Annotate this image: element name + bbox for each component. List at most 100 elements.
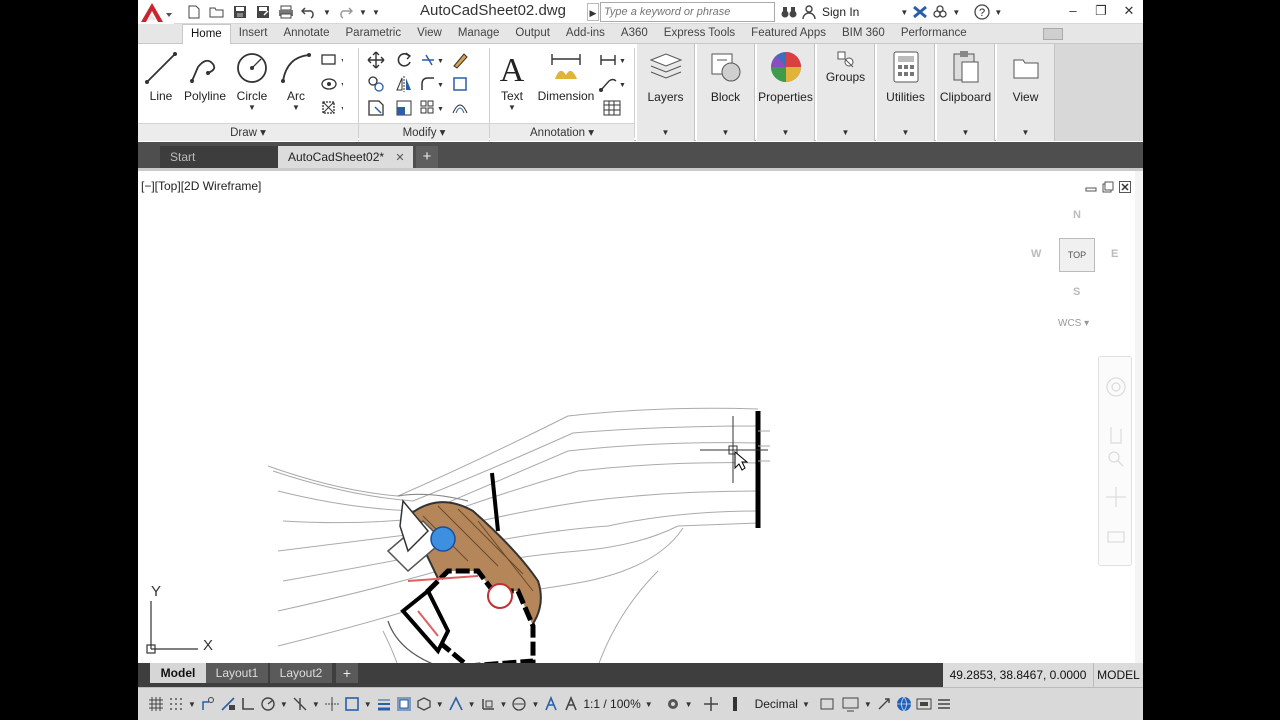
minimize-icon[interactable]: –	[1059, 0, 1087, 22]
clipboard-dropdown-icon[interactable]: ▼	[937, 128, 994, 137]
tab-insert[interactable]: Insert	[231, 24, 276, 44]
viewcube-south[interactable]: S	[1073, 286, 1080, 298]
annotation-scale-dropdown-icon[interactable]: ▼	[645, 700, 653, 709]
tab-featured-apps[interactable]: Featured Apps	[743, 24, 834, 44]
isolate-objects-icon[interactable]	[729, 694, 741, 714]
add-layout-button[interactable]: +	[336, 663, 358, 683]
table-icon[interactable]	[598, 96, 626, 120]
fillet-icon[interactable]: ▼	[418, 72, 446, 96]
workspace-gear-icon[interactable]	[665, 694, 681, 714]
tab-a360[interactable]: A360	[613, 24, 656, 44]
help-dropdown-icon[interactable]: ▼	[993, 8, 1003, 17]
selection-dropdown-icon[interactable]: ▼	[436, 700, 444, 709]
a360-icon[interactable]	[931, 3, 949, 21]
close-icon[interactable]: ✕	[1115, 0, 1143, 22]
offset-icon[interactable]	[446, 96, 474, 120]
drawing-canvas[interactable]: Y X	[138, 171, 1143, 666]
object-snap-tracking-icon[interactable]	[324, 694, 340, 714]
draw-panel-label[interactable]: Draw ▾	[138, 123, 358, 141]
exchange-apps-icon[interactable]	[911, 3, 929, 21]
arc-tool[interactable]: Arc ▼	[278, 50, 314, 112]
circle-dropdown-icon[interactable]: ▼	[232, 103, 272, 112]
layers-dropdown-icon[interactable]: ▼	[637, 128, 694, 137]
model-space-toggle[interactable]: MODEL	[1093, 663, 1143, 687]
viewcube-top-face[interactable]: TOP	[1059, 238, 1095, 272]
annotation-visibility-icon[interactable]	[543, 694, 559, 714]
save-as-icon[interactable]	[253, 3, 273, 21]
annotation-monitor-icon[interactable]	[703, 694, 719, 714]
block-button[interactable]: Block ▼	[696, 44, 755, 141]
user-icon[interactable]	[800, 3, 818, 21]
array-icon[interactable]: ▼	[418, 96, 446, 120]
graphics-dropdown-icon[interactable]: ▼	[864, 700, 872, 709]
tab-layout2[interactable]: Layout2	[270, 663, 332, 683]
units-dropdown-icon[interactable]: ▼	[802, 700, 810, 709]
dynamic-input-icon[interactable]	[220, 694, 236, 714]
tab-annotate[interactable]: Annotate	[275, 24, 337, 44]
tab-performance[interactable]: Performance	[893, 24, 975, 44]
search-input[interactable]	[600, 2, 775, 22]
viewcube-east[interactable]: E	[1111, 248, 1118, 260]
3d-snap-dropdown-icon[interactable]: ▼	[468, 700, 476, 709]
object-snap-dropdown-icon[interactable]: ▼	[364, 700, 372, 709]
tab-home[interactable]: Home	[182, 24, 231, 45]
tab-model[interactable]: Model	[150, 663, 206, 683]
leader-icon[interactable]: ▼	[598, 72, 626, 96]
tab-view[interactable]: View	[409, 24, 450, 44]
hardware-acceleration-icon[interactable]	[876, 694, 892, 714]
customize-qat-icon[interactable]: ▼	[371, 8, 381, 17]
redo-dropdown-icon[interactable]: ▼	[358, 8, 368, 17]
snap-dropdown-icon[interactable]: ▼	[188, 700, 196, 709]
a360-dropdown-icon[interactable]: ▼	[951, 8, 961, 17]
restore-icon[interactable]: ❐	[1087, 0, 1115, 22]
quick-properties-icon[interactable]	[820, 694, 834, 714]
3d-object-snap-icon[interactable]	[448, 694, 464, 714]
vertical-scrollbar[interactable]	[1135, 171, 1143, 666]
move-icon[interactable]	[362, 48, 390, 72]
full-screen-icon[interactable]	[916, 694, 932, 714]
properties-button[interactable]: Properties ▼	[756, 44, 815, 141]
stretch-icon[interactable]	[362, 96, 390, 120]
groups-dropdown-icon[interactable]: ▼	[817, 128, 874, 137]
dynamic-ucs-icon[interactable]	[480, 694, 496, 714]
tab-bim-360[interactable]: BIM 360	[834, 24, 893, 44]
selection-cycling-icon[interactable]	[416, 694, 432, 714]
snap-icon[interactable]	[168, 694, 184, 714]
tab-output[interactable]: Output	[507, 24, 558, 44]
undo-icon[interactable]	[299, 3, 319, 21]
text-dropdown-icon[interactable]: ▼	[494, 103, 530, 112]
viewcube-west[interactable]: W	[1031, 248, 1041, 260]
explode-icon[interactable]	[446, 72, 474, 96]
tab-layout1[interactable]: Layout1	[206, 663, 268, 683]
block-dropdown-icon[interactable]: ▼	[697, 128, 754, 137]
isometric-dropdown-icon[interactable]: ▼	[312, 700, 320, 709]
save-icon[interactable]	[230, 3, 250, 21]
clipboard-button[interactable]: Clipboard ▼	[936, 44, 995, 141]
polar-tracking-icon[interactable]	[260, 694, 276, 714]
viewport-controls-label[interactable]: [−][Top][2D Wireframe]	[141, 179, 261, 193]
dimension-tool[interactable]: Dimension	[535, 50, 597, 103]
wcs-menu[interactable]: WCS ▾	[1058, 318, 1089, 329]
circle-tool[interactable]: Circle ▼	[232, 50, 272, 112]
object-snap-icon[interactable]	[344, 694, 360, 714]
grid-icon[interactable]	[148, 694, 164, 714]
arc-dropdown-icon[interactable]: ▼	[278, 103, 314, 112]
gizmo-dropdown-icon[interactable]: ▼	[531, 700, 539, 709]
modify-panel-label[interactable]: Modify ▾	[359, 123, 489, 141]
units-label[interactable]: Decimal	[755, 697, 798, 711]
rectangle-icon[interactable]: ▼	[318, 48, 346, 72]
sign-in-link[interactable]: Sign In	[822, 5, 859, 19]
view-button[interactable]: View ▼	[996, 44, 1055, 141]
new-file-icon[interactable]	[184, 3, 204, 21]
hatch-icon[interactable]: ▼	[318, 72, 346, 96]
boundary-icon[interactable]: ▼	[318, 96, 346, 120]
navigation-bar[interactable]	[1098, 356, 1132, 566]
viewcube-north[interactable]: N	[1073, 209, 1081, 221]
auto-scale-icon[interactable]	[563, 694, 579, 714]
properties-dropdown-icon[interactable]: ▼	[757, 128, 814, 137]
tab-express-tools[interactable]: Express Tools	[656, 24, 743, 44]
viewport-close-icon[interactable]	[1119, 180, 1131, 198]
mirror-icon[interactable]	[390, 72, 418, 96]
annotation-panel-label[interactable]: Annotation ▾	[490, 123, 634, 141]
viewcube[interactable]: N W E S TOP WCS ▾	[1028, 201, 1128, 331]
